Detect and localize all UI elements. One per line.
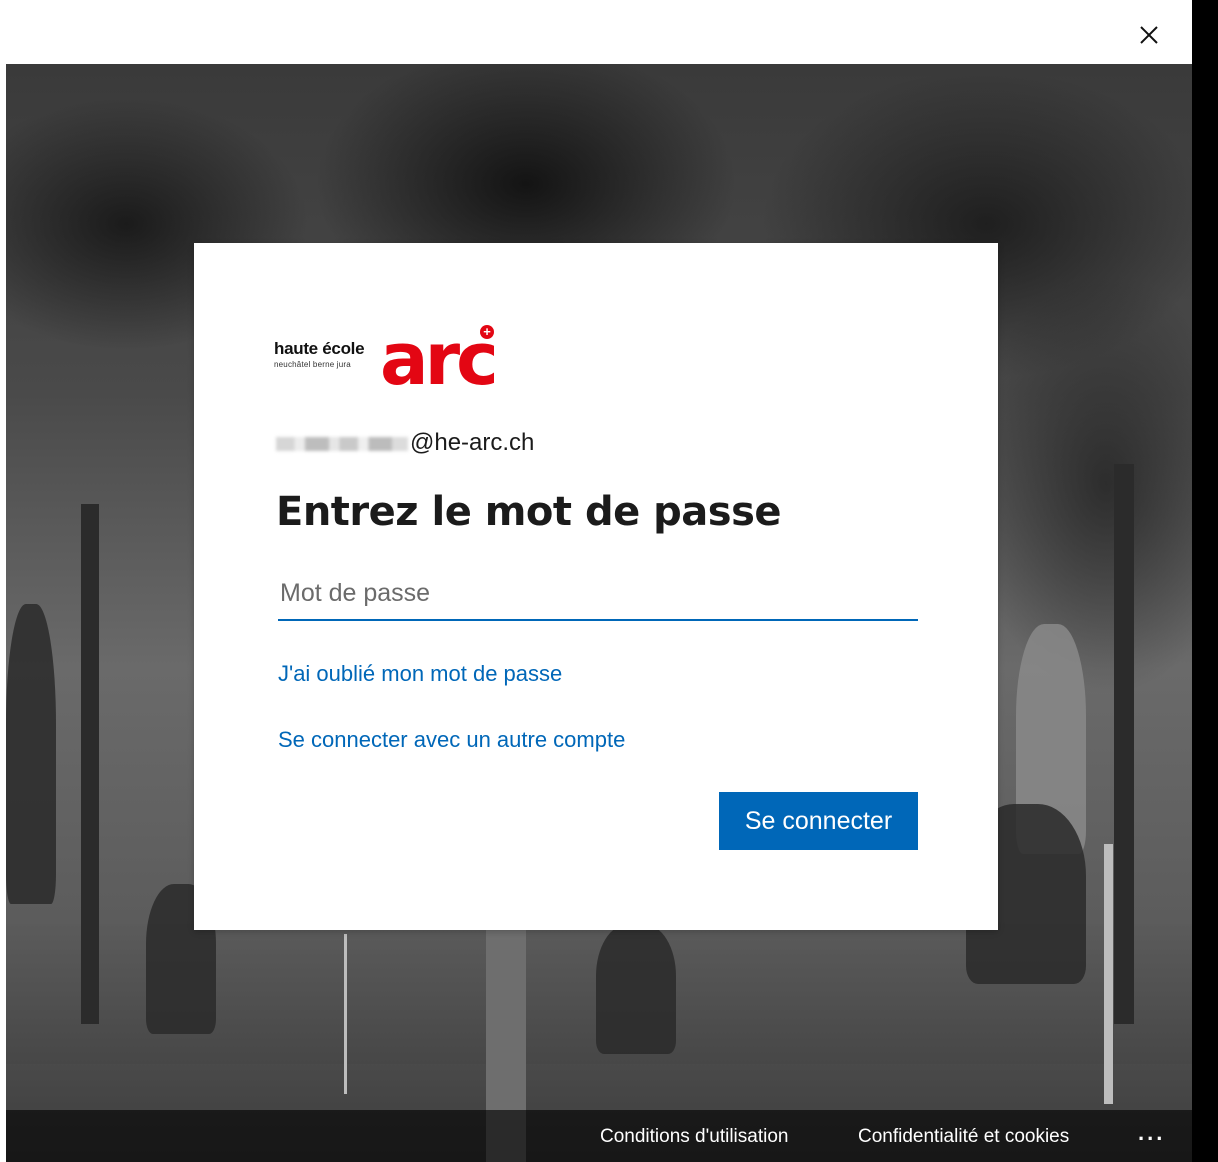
tree-trunk bbox=[81, 504, 99, 1024]
footer: Conditions d'utilisation Confidentialité… bbox=[6, 1110, 1192, 1162]
logo-subtitle: neuchâtel berne jura bbox=[274, 360, 351, 369]
forgot-password-link[interactable]: J'ai oublié mon mot de passe bbox=[278, 661, 562, 687]
close-button[interactable] bbox=[1130, 18, 1168, 52]
window-edge bbox=[1192, 0, 1218, 1162]
account-email: @he-arc.ch bbox=[276, 429, 534, 457]
street-pole bbox=[1104, 844, 1113, 1104]
sign-in-button[interactable]: Se connecter bbox=[719, 792, 918, 850]
terms-link[interactable]: Conditions d'utilisation bbox=[600, 1126, 788, 1148]
close-icon bbox=[1140, 26, 1158, 44]
password-input[interactable] bbox=[278, 567, 918, 621]
logo-brand: arc bbox=[380, 317, 499, 401]
pedestrian bbox=[6, 604, 56, 904]
logo-plus-icon: + bbox=[480, 325, 494, 339]
more-options-button[interactable]: ... bbox=[1138, 1120, 1165, 1146]
sign-in-card: haute école neuchâtel berne jura arc + @… bbox=[194, 243, 998, 930]
privacy-link[interactable]: Confidentialité et cookies bbox=[858, 1126, 1069, 1148]
pedestrian bbox=[596, 924, 676, 1054]
tree-trunk bbox=[1114, 464, 1134, 1024]
redacted-username bbox=[276, 436, 408, 451]
page-title: Entrez le mot de passe bbox=[276, 489, 782, 535]
logo-title: haute école bbox=[274, 339, 365, 358]
email-domain: @he-arc.ch bbox=[410, 429, 535, 456]
title-bar bbox=[0, 0, 1192, 64]
street-pole bbox=[344, 934, 347, 1094]
other-account-link[interactable]: Se connecter avec un autre compte bbox=[278, 727, 625, 753]
he-arc-logo: haute école neuchâtel berne jura arc + bbox=[274, 323, 504, 395]
